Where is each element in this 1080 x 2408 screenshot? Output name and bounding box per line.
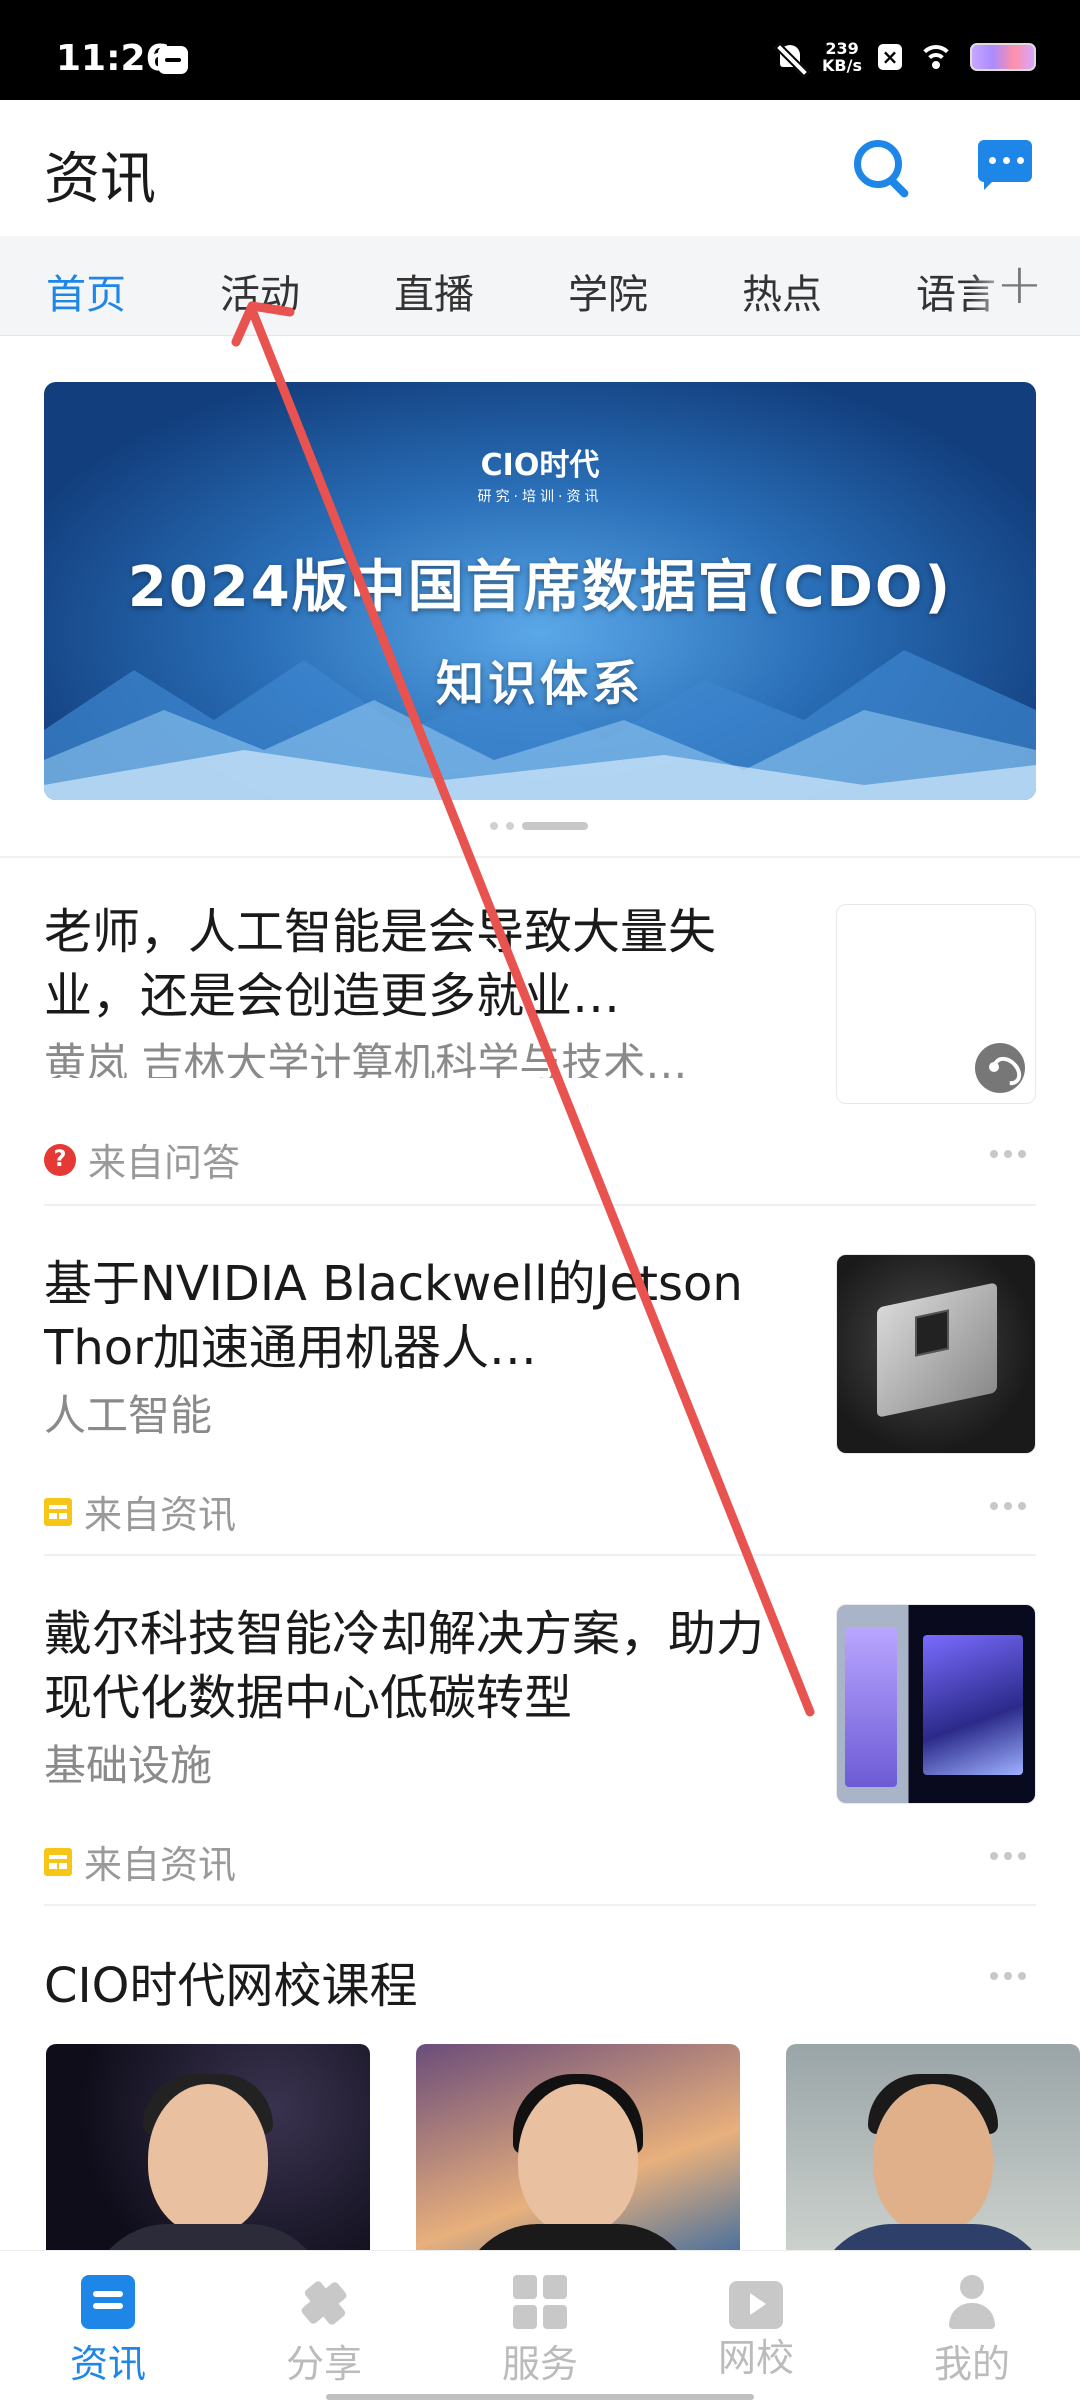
nav-label: 服务 [501, 2342, 578, 2386]
services-icon [513, 2275, 567, 2329]
category-tabs: 首页 活动 直播 学院 热点 语言 + [0, 236, 1080, 336]
feed-item-subtitle: 基础设施 [44, 1741, 213, 1790]
more-options-icon[interactable] [990, 1972, 1026, 1980]
feed-item[interactable]: 基于NVIDIA Blackwell的Jetson Thor加速通用机器人… 人… [44, 1252, 1036, 1537]
feed-item-thumbnail [836, 1604, 1036, 1804]
feed-item-title: 基于NVIDIA Blackwell的Jetson Thor加速通用机器人… [44, 1256, 743, 1376]
profile-icon [945, 2275, 999, 2329]
news-icon [81, 2275, 135, 2329]
feed-item[interactable]: 老师，人工智能是会导致大量失业，还是会创造更多就业… 黄岚 吉林大学计算机科学与… [44, 900, 1036, 1185]
feed-item-source: 来自资讯 [44, 1484, 236, 1539]
course-card[interactable] [416, 2044, 740, 2264]
message-notification-icon [158, 46, 188, 74]
nav-profile[interactable]: 我的 [902, 2275, 1042, 2388]
banner-headline: 2024版中国首席数据官(CDO) [127, 555, 953, 620]
banner-logo: CIO时代 研究·培训·资讯 [44, 440, 1036, 506]
nav-label: 分享 [285, 2342, 362, 2386]
carousel-indicator [490, 822, 588, 830]
more-options-icon[interactable] [990, 1852, 1026, 1860]
wifi-icon [918, 43, 954, 71]
feed-item-source-label: 来自资讯 [84, 1843, 237, 1887]
audio-icon [975, 1043, 1025, 1093]
network-speed-unit: KB/s [822, 56, 862, 75]
page-title: 资讯 [44, 147, 156, 212]
news-icon [44, 1847, 72, 1876]
course-card[interactable] [46, 2044, 370, 2264]
banner-logo-text: CIO时代 [480, 448, 600, 483]
bottom-navigation: 资讯 分享 服务 网校 我的 [0, 2250, 1080, 2408]
news-icon [44, 1497, 72, 1526]
app-header: 资讯 [0, 100, 1080, 236]
banner-subheadline: 知识体系 [435, 656, 644, 712]
tab-hot[interactable]: 热点 [742, 262, 822, 320]
feed-item[interactable]: 戴尔科技智能冷却解决方案，助力现代化数据中心低碳转型 基础设施 来自资讯 [44, 1602, 1036, 1887]
tv-icon [729, 2281, 783, 2329]
course-card[interactable] [786, 2044, 1080, 2264]
more-options-icon[interactable] [990, 1502, 1026, 1510]
add-tab-icon[interactable]: + [996, 252, 1043, 317]
tab-activities[interactable]: 活动 [220, 262, 300, 320]
feed-item-source: ? 来自问答 [44, 1132, 240, 1187]
feed-item-source: 来自资讯 [44, 1834, 236, 1889]
feed-item-title: 老师，人工智能是会导致大量失业，还是会创造更多就业… [44, 904, 717, 1024]
search-icon[interactable] [852, 138, 912, 198]
home-indicator [326, 2394, 754, 2400]
feed-item-source-label: 来自问答 [88, 1141, 241, 1185]
feed-item-subtitle: 人工智能 [44, 1391, 213, 1440]
nav-label: 网校 [717, 2336, 794, 2380]
courses-section-title: CIO时代网校课程 [44, 1958, 418, 2014]
network-speed: 239 KB/s [822, 40, 862, 74]
nav-online-school[interactable]: 网校 [686, 2275, 826, 2382]
tab-academy[interactable]: 学院 [568, 262, 648, 320]
tab-home[interactable]: 首页 [46, 262, 126, 320]
banner-carousel[interactable]: CIO时代 研究·培训·资讯 2024版中国首席数据官(CDO) 知识体系 [44, 382, 1036, 800]
more-options-icon[interactable] [990, 1150, 1026, 1158]
message-icon[interactable] [978, 140, 1032, 190]
feed-item-thumbnail [836, 904, 1036, 1104]
battery-icon [970, 43, 1036, 71]
nav-label: 我的 [933, 2342, 1010, 2386]
share-icon [297, 2275, 351, 2329]
feed-item-subtitle: 黄岚 吉林大学计算机科学与技术… [44, 1039, 688, 1078]
nav-news[interactable]: 资讯 [38, 2275, 178, 2388]
nav-share[interactable]: 分享 [254, 2275, 394, 2388]
sim-off-icon: × [878, 44, 902, 70]
nav-label: 资讯 [69, 2342, 146, 2386]
question-icon: ? [44, 1143, 76, 1176]
nav-services[interactable]: 服务 [470, 2275, 610, 2388]
feed-item-source-label: 来自资讯 [84, 1493, 237, 1537]
feed-item-title: 戴尔科技智能冷却解决方案，助力现代化数据中心低碳转型 [44, 1606, 765, 1726]
mute-icon [774, 41, 806, 73]
status-bar: 11:26 239 KB/s × [0, 0, 1080, 100]
feed-item-thumbnail [836, 1254, 1036, 1454]
network-speed-value: 239 [825, 39, 859, 58]
banner-logo-tagline: 研究·培训·资讯 [477, 489, 603, 505]
tab-live[interactable]: 直播 [394, 262, 474, 320]
status-time: 11:26 [56, 38, 171, 79]
